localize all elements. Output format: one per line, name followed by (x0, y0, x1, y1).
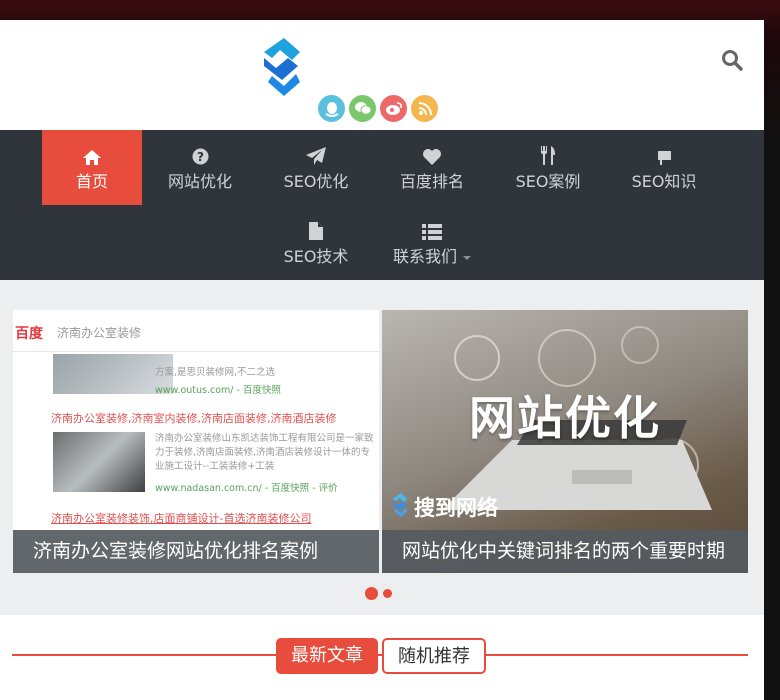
baidu-logo: 百度 (15, 326, 43, 342)
slide-caption[interactable]: 济南办公室装修网站优化排名案例 (13, 530, 379, 573)
question-circle-icon: ? (192, 143, 209, 165)
image-slider: 百度 济南办公室装修 方案,是思贝装修网,不二之选 www.outus.com/… (0, 280, 764, 615)
search-result-screenshot: 百度 济南办公室装修 方案,是思贝装修网,不二之选 www.outus.com/… (13, 310, 379, 530)
rss-icon[interactable] (411, 95, 438, 122)
nav-item-label: SEO技术 (283, 247, 349, 266)
chevron-down-icon (463, 255, 471, 260)
nav-item-seo-optimization[interactable]: SEO优化 (258, 130, 374, 205)
social-links (318, 95, 438, 122)
header (0, 20, 764, 130)
list-icon (422, 218, 442, 240)
overlay-title: 网站优化 (469, 391, 661, 445)
slider-dot-active[interactable] (365, 587, 378, 600)
paper-plane-icon (306, 143, 326, 165)
slide-1[interactable]: 百度 济南办公室装修 方案,是思贝装修网,不二之选 www.outus.com/… (13, 310, 379, 573)
search-icon[interactable] (720, 48, 744, 72)
result-desc: 方案,是思贝装修网,不二之选 (155, 367, 276, 378)
tab-latest-articles[interactable]: 最新文章 (276, 638, 378, 674)
slide-2[interactable]: 网站优化 搜到网络 网站优化中关键词排名的两个重要时期 (382, 310, 748, 573)
page: 首页 ? 网站优化 SEO优化 百度排名 SEO案例 SEO知识 SEO技术 联… (0, 20, 764, 700)
search-bar: 百度 济南办公室装修 (13, 310, 379, 352)
brand-logo-icon[interactable] (262, 38, 302, 96)
main-nav: 首页 ? 网站优化 SEO优化 百度排名 SEO案例 SEO知识 SEO技术 联… (0, 130, 764, 280)
nav-item-label: 首页 (75, 172, 108, 191)
nav-item-seo-cases[interactable]: SEO案例 (490, 130, 606, 205)
slider-dot[interactable] (383, 589, 392, 598)
nav-row-2: SEO技术 联系我们 (258, 205, 490, 280)
cutlery-icon (540, 143, 556, 165)
slide-caption[interactable]: 网站优化中关键词排名的两个重要时期 (382, 530, 748, 573)
nav-item-label: SEO优化 (283, 172, 349, 191)
home-icon (83, 143, 101, 165)
wechat-icon[interactable] (349, 95, 376, 122)
result-title: 济南办公室装修,济南室内装修,济南店面装修,济南酒店装修 (51, 412, 337, 425)
nav-item-seo-tech[interactable]: SEO技术 (258, 205, 374, 280)
qq-icon[interactable] (318, 95, 345, 122)
result-url: www.outus.com/ - 百度快照 (155, 385, 281, 396)
nav-item-label: 百度排名 (399, 172, 464, 191)
watermark: 搜到网络 (390, 492, 498, 522)
file-icon (309, 218, 323, 240)
result-url: www.nadasan.com.cn/ - 百度快照 - 评价 (155, 483, 338, 494)
brand-logo-icon (390, 493, 410, 521)
heart-icon (422, 143, 442, 165)
nav-item-label: 联系我们 (392, 247, 457, 266)
nav-item-label: 网站优化 (167, 172, 232, 191)
nav-item-contact[interactable]: 联系我们 (374, 205, 490, 280)
slider-pagination (365, 587, 392, 600)
watermark-text: 搜到网络 (414, 496, 498, 520)
article-section-header: 最新文章 随机推荐 (0, 615, 764, 685)
nav-item-baidu-ranking[interactable]: 百度排名 (374, 130, 490, 205)
svg-text:?: ? (197, 150, 204, 164)
result-thumbnail (53, 432, 145, 492)
nav-item-label: SEO案例 (515, 172, 581, 191)
nav-item-label: SEO知识 (631, 172, 697, 191)
tab-random-recommend[interactable]: 随机推荐 (382, 638, 486, 674)
search-query: 济南办公室装修 (57, 326, 142, 340)
weibo-icon[interactable] (380, 95, 407, 122)
flag-icon (656, 143, 672, 165)
nav-row-1: 首页 ? 网站优化 SEO优化 百度排名 SEO案例 SEO知识 (42, 130, 722, 205)
nav-item-home[interactable]: 首页 (42, 130, 142, 205)
result-desc: 济南办公室装修山东凯达装饰工程有限公司是一家致力于装修,济南店面装修,济南酒店装… (155, 433, 374, 472)
result-title: 济南办公室装修装饰,店面商铺设计-首选济南装修公司 (51, 512, 312, 525)
section-divider (12, 654, 748, 656)
nav-item-site-optimization[interactable]: ? 网站优化 (142, 130, 258, 205)
nav-item-seo-knowledge[interactable]: SEO知识 (606, 130, 722, 205)
